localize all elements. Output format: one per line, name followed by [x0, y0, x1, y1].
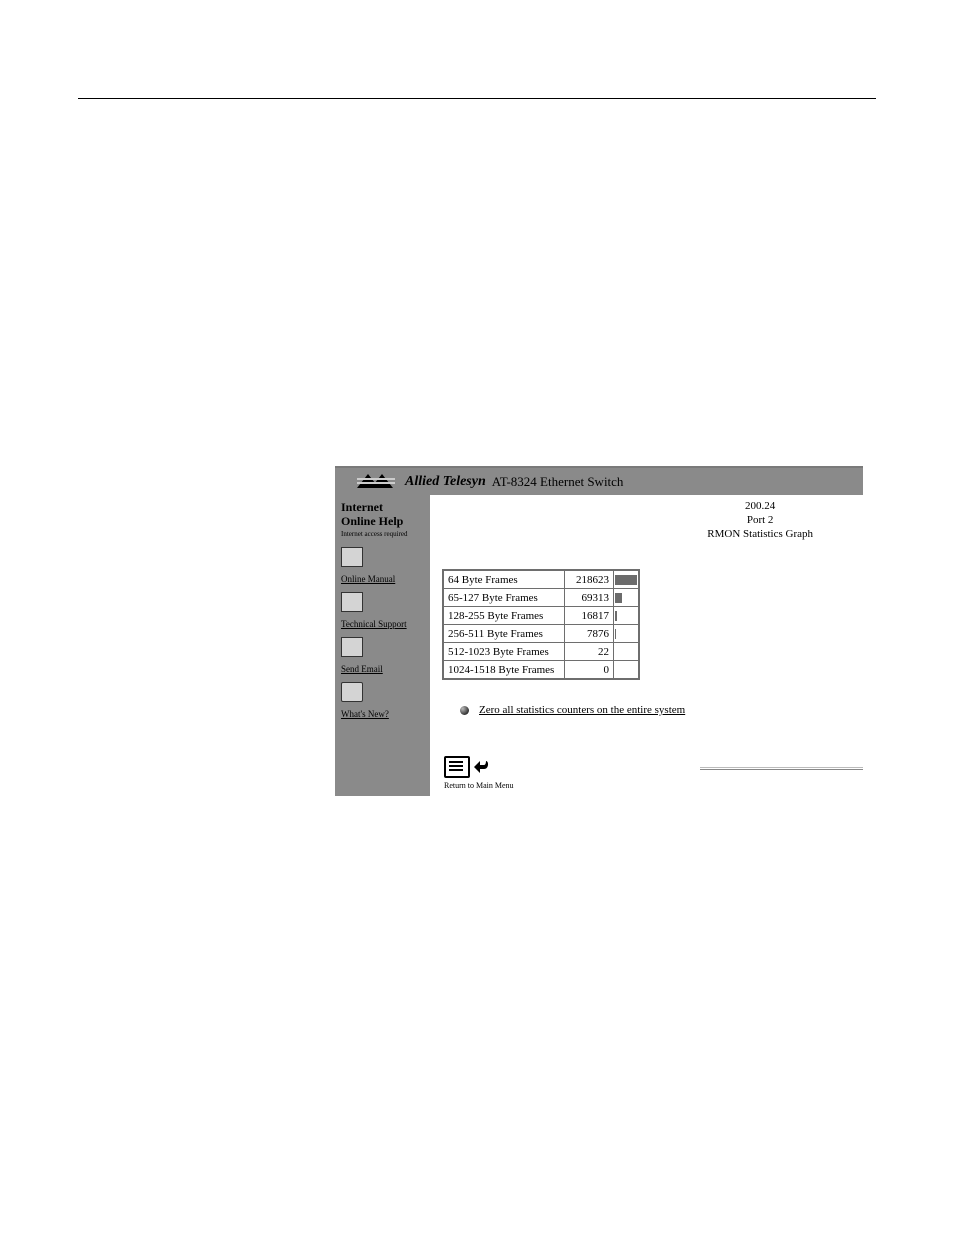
- sidebar-note: Internet access required: [341, 530, 424, 539]
- stat-label: 64 Byte Frames: [443, 570, 565, 589]
- rmon-stats-table: 64 Byte Frames 218623 65-127 Byte Frames…: [442, 569, 640, 680]
- sidebar-item-whats-new[interactable]: What's New?: [341, 682, 424, 719]
- table-row: 128-255 Byte Frames 16817: [443, 607, 639, 625]
- stat-value: 16817: [565, 607, 614, 625]
- embedded-screenshot: Allied Telesyn AT-8324 Ethernet Switch I…: [335, 466, 863, 798]
- info-title: RMON Statistics Graph: [707, 527, 813, 541]
- sidebar-item-label: What's New?: [341, 709, 424, 719]
- stat-bar-cell: [614, 570, 640, 589]
- stat-value: 69313: [565, 589, 614, 607]
- help-sidebar: Internet Online Help Internet access req…: [335, 495, 430, 796]
- window-titlebar: Allied Telesyn AT-8324 Ethernet Switch: [335, 468, 863, 495]
- stat-bar-cell: [614, 589, 640, 607]
- sidebar-item-label: Send Email: [341, 664, 424, 674]
- zero-counters-link[interactable]: Zero all statistics counters on the enti…: [479, 704, 685, 716]
- page-header-rule: [78, 98, 876, 99]
- stat-bar-cell: [614, 661, 640, 680]
- return-label: Return to Main Menu: [444, 781, 855, 790]
- stat-label: 128-255 Byte Frames: [443, 607, 565, 625]
- stat-bar: [615, 611, 617, 621]
- return-to-main[interactable]: Return to Main Menu: [444, 756, 855, 790]
- stat-bar: [615, 629, 616, 639]
- stat-label: 512-1023 Byte Frames: [443, 643, 565, 661]
- bullet-icon: [460, 706, 469, 715]
- page-info-block: 200.24 Port 2 RMON Statistics Graph: [707, 499, 813, 541]
- sidebar-heading-internet: Internet: [341, 500, 424, 514]
- stat-label: 256-511 Byte Frames: [443, 625, 565, 643]
- table-row: 512-1023 Byte Frames 22: [443, 643, 639, 661]
- divider-rule: [700, 767, 863, 770]
- sidebar-item-label: Online Manual: [341, 574, 424, 584]
- sidebar-item-send-email[interactable]: Send Email: [341, 637, 424, 674]
- return-arrow-icon: [472, 757, 492, 777]
- table-row: 256-511 Byte Frames 7876: [443, 625, 639, 643]
- brand-logo-icon: [357, 474, 401, 490]
- envelope-icon: [341, 637, 363, 657]
- sidebar-item-online-manual[interactable]: Online Manual: [341, 547, 424, 584]
- brand-name: Allied Telesyn: [405, 474, 486, 490]
- stat-value: 218623: [565, 570, 614, 589]
- sidebar-item-tech-support[interactable]: Technical Support: [341, 592, 424, 629]
- stat-bar: [615, 575, 637, 585]
- table-row: 64 Byte Frames 218623: [443, 570, 639, 589]
- stat-bar-cell: [614, 625, 640, 643]
- table-row: 1024-1518 Byte Frames 0: [443, 661, 639, 680]
- model-name: AT-8324 Ethernet Switch: [492, 474, 624, 490]
- stat-bar-cell: [614, 607, 640, 625]
- info-code: 200.24: [707, 499, 813, 513]
- main-content: 200.24 Port 2 RMON Statistics Graph 64 B…: [430, 495, 863, 796]
- document-icon: [444, 756, 470, 778]
- stat-bar-cell: [614, 643, 640, 661]
- zero-counters-row: Zero all statistics counters on the enti…: [460, 704, 855, 716]
- sidebar-heading-help: Online Help: [341, 514, 424, 528]
- info-port: Port 2: [707, 513, 813, 527]
- stat-label: 1024-1518 Byte Frames: [443, 661, 565, 680]
- stat-bar: [615, 593, 622, 603]
- sidebar-item-label: Technical Support: [341, 619, 424, 629]
- newspaper-icon: [341, 682, 363, 702]
- stat-value: 7876: [565, 625, 614, 643]
- book-icon: [341, 547, 363, 567]
- table-row: 65-127 Byte Frames 69313: [443, 589, 639, 607]
- stat-label: 65-127 Byte Frames: [443, 589, 565, 607]
- computer-icon: [341, 592, 363, 612]
- stat-value: 22: [565, 643, 614, 661]
- stat-value: 0: [565, 661, 614, 680]
